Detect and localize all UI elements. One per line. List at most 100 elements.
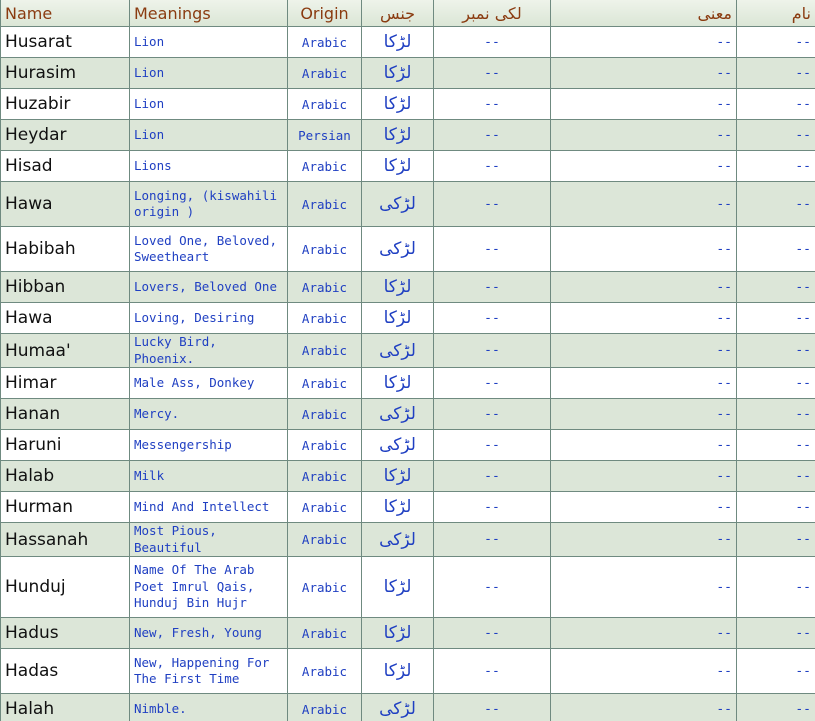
name-cell[interactable]: Husarat (0, 26, 130, 58)
urdu-meaning-cell: -- (550, 226, 737, 272)
lucky-number-cell: -- (433, 429, 551, 461)
gender-cell: لڑکا (361, 617, 434, 649)
names-table: Name Meanings Origin جنس لکی نمبر معنی ن… (0, 0, 815, 721)
urdu-meaning-cell: -- (550, 522, 737, 557)
origin-cell: Arabic (287, 57, 362, 89)
lucky-number-cell: -- (433, 119, 551, 151)
gender-cell: لڑکا (361, 460, 434, 492)
column-header-gender[interactable]: جنس (361, 0, 434, 27)
table-row: Hurasim Lion Arabic لڑکا -- -- -- (0, 57, 815, 89)
name-cell[interactable]: Humaa' (0, 333, 130, 368)
origin-cell: Arabic (287, 429, 362, 461)
gender-cell: لڑکی (361, 429, 434, 461)
table-row: Hawa Longing, (kiswahili origin ) Arabic لڑ… (0, 181, 815, 227)
lucky-number-cell: -- (433, 522, 551, 557)
column-header-lucky-number[interactable]: لکی نمبر (433, 0, 551, 27)
urdu-name-cell: -- (736, 367, 815, 399)
lucky-number-cell: -- (433, 693, 551, 721)
lucky-number-cell: -- (433, 271, 551, 303)
meaning-cell: Lion (129, 119, 288, 151)
name-cell[interactable]: Hawa (0, 181, 130, 227)
gender-cell: لڑکی (361, 398, 434, 430)
urdu-meaning-cell: -- (550, 398, 737, 430)
meaning-cell: Lions (129, 150, 288, 182)
name-cell[interactable]: Haruni (0, 429, 130, 461)
origin-cell: Persian (287, 119, 362, 151)
table-row: Hunduj Name Of The Arab Poet Imrul Qais, … (0, 556, 815, 618)
meaning-cell: New, Happening For The First Time (129, 648, 288, 694)
urdu-name-cell: -- (736, 226, 815, 272)
urdu-meaning-cell: -- (550, 57, 737, 89)
urdu-meaning-cell: -- (550, 460, 737, 492)
origin-cell: Arabic (287, 302, 362, 334)
origin-cell: Arabic (287, 522, 362, 557)
lucky-number-cell: -- (433, 617, 551, 649)
urdu-name-cell: -- (736, 460, 815, 492)
gender-cell: لڑکا (361, 88, 434, 120)
table-row: Hisad Lions Arabic لڑکا -- -- -- (0, 150, 815, 182)
lucky-number-cell: -- (433, 398, 551, 430)
table-body: Husarat Lion Arabic لڑکا -- -- -- Hurasim Lion Ar… (0, 26, 815, 721)
name-cell[interactable]: Habibah (0, 226, 130, 272)
column-header-name[interactable]: Name (0, 0, 130, 27)
name-cell[interactable]: Hassanah (0, 522, 130, 557)
name-cell[interactable]: Hisad (0, 150, 130, 182)
lucky-number-cell: -- (433, 367, 551, 399)
gender-cell: لڑکی (361, 522, 434, 557)
gender-cell: لڑکا (361, 26, 434, 58)
origin-cell: Arabic (287, 26, 362, 58)
urdu-meaning-cell: -- (550, 429, 737, 461)
urdu-name-cell: -- (736, 617, 815, 649)
name-cell[interactable]: Hunduj (0, 556, 130, 618)
urdu-name-cell: -- (736, 26, 815, 58)
urdu-meaning-cell: -- (550, 119, 737, 151)
origin-cell: Arabic (287, 150, 362, 182)
urdu-meaning-cell: -- (550, 181, 737, 227)
name-cell[interactable]: Hadus (0, 617, 130, 649)
urdu-meaning-cell: -- (550, 150, 737, 182)
table-row: Halah Nimble. Arabic لڑکی -- -- -- (0, 693, 815, 721)
name-cell[interactable]: Huzabir (0, 88, 130, 120)
lucky-number-cell: -- (433, 26, 551, 58)
name-cell[interactable]: Halah (0, 693, 130, 721)
column-header-urdu-meaning[interactable]: معنی (550, 0, 737, 27)
urdu-meaning-cell: -- (550, 88, 737, 120)
meaning-cell: Lion (129, 88, 288, 120)
meaning-cell: Most Pious, Beautiful (129, 522, 288, 557)
urdu-meaning-cell: -- (550, 556, 737, 618)
column-header-origin[interactable]: Origin (287, 0, 362, 27)
gender-cell: لڑکا (361, 367, 434, 399)
lucky-number-cell: -- (433, 226, 551, 272)
gender-cell: لڑکا (361, 119, 434, 151)
urdu-meaning-cell: -- (550, 302, 737, 334)
name-cell[interactable]: Hibban (0, 271, 130, 303)
column-header-meanings[interactable]: Meanings (129, 0, 288, 27)
urdu-name-cell: -- (736, 150, 815, 182)
gender-cell: لڑکی (361, 181, 434, 227)
gender-cell: لڑکا (361, 302, 434, 334)
gender-cell: لڑکا (361, 271, 434, 303)
column-header-urdu-name[interactable]: نام (736, 0, 815, 27)
origin-cell: Arabic (287, 181, 362, 227)
lucky-number-cell: -- (433, 648, 551, 694)
name-cell[interactable]: Hadas (0, 648, 130, 694)
name-cell[interactable]: Halab (0, 460, 130, 492)
table-row: Hurman Mind And Intellect Arabic لڑکا -- -- -- (0, 491, 815, 523)
name-cell[interactable]: Heydar (0, 119, 130, 151)
urdu-name-cell: -- (736, 398, 815, 430)
name-cell[interactable]: Hanan (0, 398, 130, 430)
name-cell[interactable]: Hawa (0, 302, 130, 334)
lucky-number-cell: -- (433, 556, 551, 618)
meaning-cell: Longing, (kiswahili origin ) (129, 181, 288, 227)
origin-cell: Arabic (287, 88, 362, 120)
table-row: Himar Male Ass, Donkey Arabic لڑکا -- -- -- (0, 367, 815, 399)
origin-cell: Arabic (287, 333, 362, 368)
name-cell[interactable]: Hurman (0, 491, 130, 523)
name-cell[interactable]: Hurasim (0, 57, 130, 89)
urdu-name-cell: -- (736, 429, 815, 461)
urdu-meaning-cell: -- (550, 367, 737, 399)
urdu-name-cell: -- (736, 491, 815, 523)
name-cell[interactable]: Himar (0, 367, 130, 399)
table-row: Husarat Lion Arabic لڑکا -- -- -- (0, 26, 815, 58)
meaning-cell: Mind And Intellect (129, 491, 288, 523)
